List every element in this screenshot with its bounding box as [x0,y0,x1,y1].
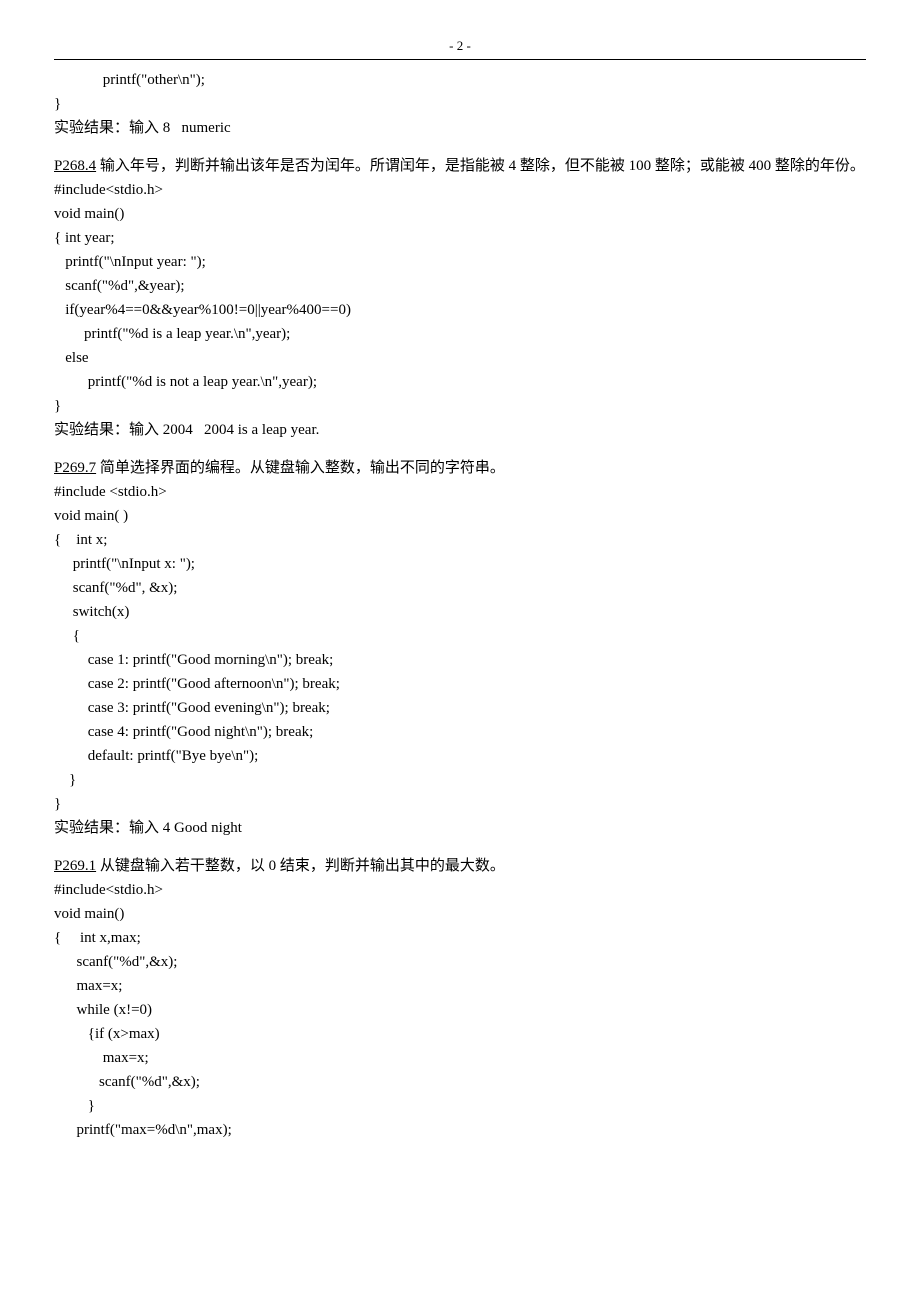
code-line: { int x,max; [54,926,866,950]
code-line: scanf("%d", &x); [54,576,866,600]
code-line: #include<stdio.h> [54,878,866,902]
section-title: 从键盘输入若干整数，以 0 结束，判断并输出其中的最大数。 [96,858,505,874]
section-heading: P269.1 从键盘输入若干整数，以 0 结束，判断并输出其中的最大数。 [54,854,866,878]
code-line: default: printf("Bye bye\n"); [54,744,866,768]
code-line: if(year%4==0&&year%100!=0||year%400==0) [54,298,866,322]
code-line: scanf("%d",&x); [54,950,866,974]
page-number: - 2 - [54,36,866,57]
code-line: printf("\nInput year: "); [54,250,866,274]
code-line: } [54,792,866,816]
code-line: case 4: printf("Good night\n"); break; [54,720,866,744]
code-line: {if (x>max) [54,1022,866,1046]
code-line: void main() [54,902,866,926]
code-line: { int x; [54,528,866,552]
code-line: #include<stdio.h> [54,178,866,202]
code-line: } [54,92,866,116]
code-line: void main( ) [54,504,866,528]
code-line: printf("%d is a leap year.\n",year); [54,322,866,346]
section-heading: P269.7 简单选择界面的编程。从键盘输入整数，输出不同的字符串。 [54,456,866,480]
result-text: 实验结果：输入 2004 2004 is a leap year. [54,418,866,442]
code-line: scanf("%d",&year); [54,274,866,298]
code-line: max=x; [54,1046,866,1070]
result-text: 实验结果：输入 8 numeric [54,116,866,140]
code-line: } [54,1094,866,1118]
section-heading: P268.4 输入年号，判断并输出该年是否为闰年。所谓闰年，是指能被 4 整除，… [54,154,866,178]
result-text: 实验结果：输入 4 Good night [54,816,866,840]
header-rule [54,59,866,60]
code-line: printf("\nInput x: "); [54,552,866,576]
code-line: } [54,768,866,792]
section-title: 输入年号，判断并输出该年是否为闰年。所谓闰年，是指能被 4 整除，但不能被 10… [96,158,865,174]
code-line: printf("%d is not a leap year.\n",year); [54,370,866,394]
section-label: P268.4 [54,158,96,174]
code-line: max=x; [54,974,866,998]
code-line: case 3: printf("Good evening\n"); break; [54,696,866,720]
code-line: { [54,624,866,648]
section-title: 简单选择界面的编程。从键盘输入整数，输出不同的字符串。 [96,460,505,476]
code-line: void main() [54,202,866,226]
code-line: switch(x) [54,600,866,624]
code-line: printf("other\n"); [54,68,866,92]
code-line: { int year; [54,226,866,250]
code-line: #include <stdio.h> [54,480,866,504]
code-line: case 2: printf("Good afternoon\n"); brea… [54,672,866,696]
section-label: P269.1 [54,858,96,874]
code-line: printf("max=%d\n",max); [54,1118,866,1142]
section-label: P269.7 [54,460,96,476]
code-line: else [54,346,866,370]
code-line: case 1: printf("Good morning\n"); break; [54,648,866,672]
document-page: - 2 - printf("other\n"); } 实验结果：输入 8 num… [0,0,920,1302]
code-line: while (x!=0) [54,998,866,1022]
code-line: scanf("%d",&x); [54,1070,866,1094]
code-line: } [54,394,866,418]
